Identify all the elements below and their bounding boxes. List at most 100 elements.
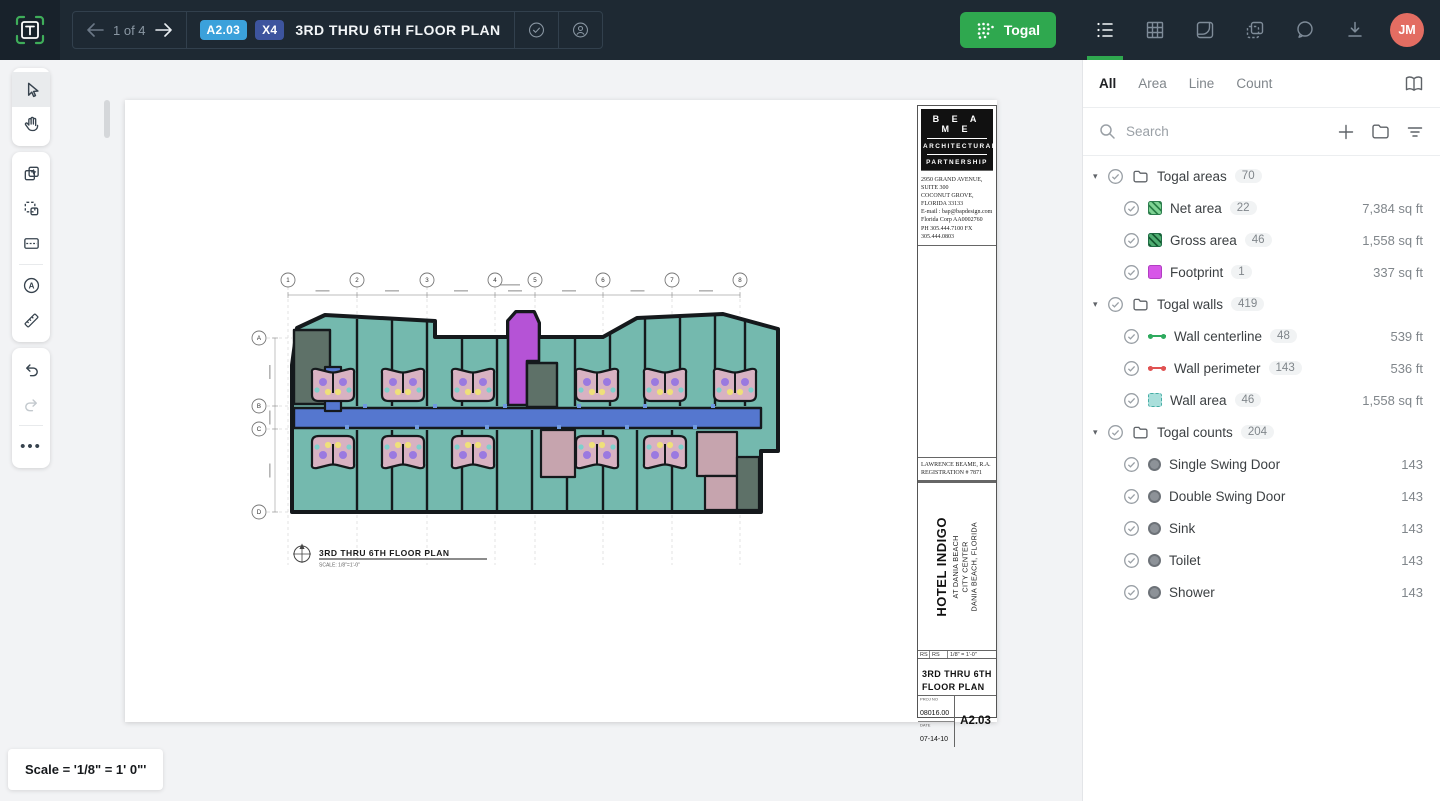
check-circle-icon[interactable] (1123, 488, 1140, 505)
magic-select-tool-button[interactable] (12, 191, 50, 226)
tree-section-togal-counts[interactable]: ▾Togal counts204 (1083, 416, 1440, 448)
check-circle-icon[interactable] (1123, 328, 1140, 345)
count-badge: 46 (1245, 233, 1272, 247)
assignee-button[interactable] (558, 12, 602, 48)
split-tool-button[interactable] (12, 226, 50, 261)
check-circle-icon[interactable] (1123, 520, 1140, 537)
measurement-value: 337 sq ft (1373, 265, 1440, 280)
folder-icon (1132, 296, 1149, 313)
text-annotation-icon: A (22, 276, 41, 295)
firm-address: 2950 GRAND AVENUE, SUITE 300 COCONUT GRO… (918, 174, 996, 246)
more-tools-button[interactable]: ••• (12, 429, 50, 464)
drawing-meta-row: RS RS 1/8" = 1'-0" (918, 651, 996, 659)
check-circle-icon[interactable] (1123, 456, 1140, 473)
new-folder-button[interactable] (1371, 123, 1390, 140)
pan-tool-button[interactable] (12, 107, 50, 142)
project-number: 08016.00 (920, 710, 949, 717)
app-logo[interactable] (0, 0, 60, 60)
tree-section-togal-areas[interactable]: ▾Togal areas70 (1083, 160, 1440, 192)
measurement-value: 143 (1401, 521, 1440, 536)
download-icon (1344, 19, 1366, 41)
region-select-icon (22, 199, 41, 218)
collapse-caret-icon[interactable]: ▾ (1093, 299, 1107, 310)
approve-button[interactable] (514, 12, 558, 48)
search-icon (1099, 123, 1116, 140)
footprint-swatch (1148, 265, 1162, 279)
seal-area (918, 246, 996, 458)
collapse-caret-icon[interactable]: ▾ (1093, 427, 1107, 438)
svg-text:4: 4 (493, 277, 497, 284)
compare-sheets-button[interactable] (1230, 0, 1280, 60)
cursor-icon (22, 80, 41, 99)
check-circle-icon[interactable] (1123, 264, 1140, 281)
multiplier-badge[interactable]: X4 (255, 20, 284, 40)
stair-block-right (737, 457, 759, 510)
tree-item-wall-centerline[interactable]: Wall centerline48539 ft (1083, 320, 1440, 352)
add-measurement-button[interactable] (1337, 123, 1355, 141)
tree-item-footprint[interactable]: Footprint1337 sq ft (1083, 256, 1440, 288)
notes-button[interactable] (1180, 0, 1230, 60)
undo-button[interactable] (12, 352, 50, 387)
tab-all[interactable]: All (1099, 76, 1116, 91)
grid-view-icon (1144, 19, 1166, 41)
svg-text:B: B (257, 403, 261, 410)
filter-button[interactable] (1406, 124, 1424, 140)
togal-ai-button[interactable]: Togal (960, 12, 1056, 48)
next-page-icon[interactable] (155, 23, 173, 37)
check-circle-icon[interactable] (1123, 584, 1140, 601)
count-badge: 22 (1230, 201, 1257, 215)
tree-item-gross-area[interactable]: Gross area461,558 sq ft (1083, 224, 1440, 256)
hand-icon (22, 115, 41, 134)
tree-item-double-swing-door[interactable]: Double Swing Door143 (1083, 480, 1440, 512)
check-circle-icon[interactable] (1123, 360, 1140, 377)
catalog-button[interactable] (1404, 75, 1424, 93)
sheet-date: 07-14-10 (920, 736, 948, 743)
drawing-canvas[interactable]: 12345678ABCD 3RD THRU 6TH FLOOR PLAN SCA… (0, 60, 1082, 801)
check-circle-icon[interactable] (1123, 392, 1140, 409)
search-input[interactable] (1126, 124, 1321, 139)
tree-item-sink[interactable]: Sink143 (1083, 512, 1440, 544)
count-badge: 48 (1270, 329, 1297, 343)
sheet-number-badge[interactable]: A2.03 (200, 20, 248, 40)
user-avatar[interactable]: JM (1390, 13, 1424, 47)
tree-item-net-area[interactable]: Net area227,384 sq ft (1083, 192, 1440, 224)
duplicate-area-tool-button[interactable] (12, 156, 50, 191)
select-tool-button[interactable] (12, 72, 50, 107)
measure-tool-button[interactable] (12, 303, 50, 338)
count-swatch (1148, 586, 1161, 599)
plan-title: 3RD THRU 6TH FLOOR PLAN (319, 548, 450, 558)
check-circle-icon[interactable] (1107, 168, 1124, 185)
tree-item-shower[interactable]: Shower143 (1083, 576, 1440, 608)
comments-button[interactable] (1280, 0, 1330, 60)
tab-line[interactable]: Line (1189, 76, 1215, 91)
tree-section-togal-walls[interactable]: ▾Togal walls419 (1083, 288, 1440, 320)
prev-page-icon[interactable] (86, 23, 104, 37)
canvas-scrollbar[interactable] (104, 100, 110, 138)
check-circle-icon[interactable] (1123, 552, 1140, 569)
tab-area[interactable]: Area (1138, 76, 1167, 91)
collapse-caret-icon[interactable]: ▾ (1093, 171, 1107, 182)
download-button[interactable] (1330, 0, 1380, 60)
tree-item-wall-area[interactable]: Wall area461,558 sq ft (1083, 384, 1440, 416)
notes-icon (1194, 19, 1216, 41)
check-circle-icon[interactable] (1123, 232, 1140, 249)
tree-item-wall-perimeter[interactable]: Wall perimeter143536 ft (1083, 352, 1440, 384)
count-badge: 70 (1235, 169, 1262, 183)
project-location: AT DANIA BEACH CITY CENTER DANIA BEACH, … (951, 522, 979, 611)
redo-button[interactable] (12, 387, 50, 422)
tree-item-single-swing-door[interactable]: Single Swing Door143 (1083, 448, 1440, 480)
check-circle-icon[interactable] (1107, 296, 1124, 313)
check-circle-icon[interactable] (1123, 200, 1140, 217)
tab-count[interactable]: Count (1236, 76, 1272, 91)
plan-scale-note: SCALE: 1/8"=1'-0" (319, 563, 360, 569)
takeoff-list-view-button[interactable] (1080, 0, 1130, 60)
sheet-number: A2.03 (960, 715, 991, 727)
sheet-grid-view-button[interactable] (1130, 0, 1180, 60)
tree-item-toilet[interactable]: Toilet143 (1083, 544, 1440, 576)
annotation-tool-button[interactable]: A (12, 268, 50, 303)
togal-button-label: Togal (1004, 22, 1040, 38)
sheet-title: 3RD THRU 6TH FLOOR PLAN (918, 659, 996, 696)
layers-icon (1244, 19, 1266, 41)
check-circle-icon[interactable] (1107, 424, 1124, 441)
togal-logo-icon (15, 15, 45, 45)
